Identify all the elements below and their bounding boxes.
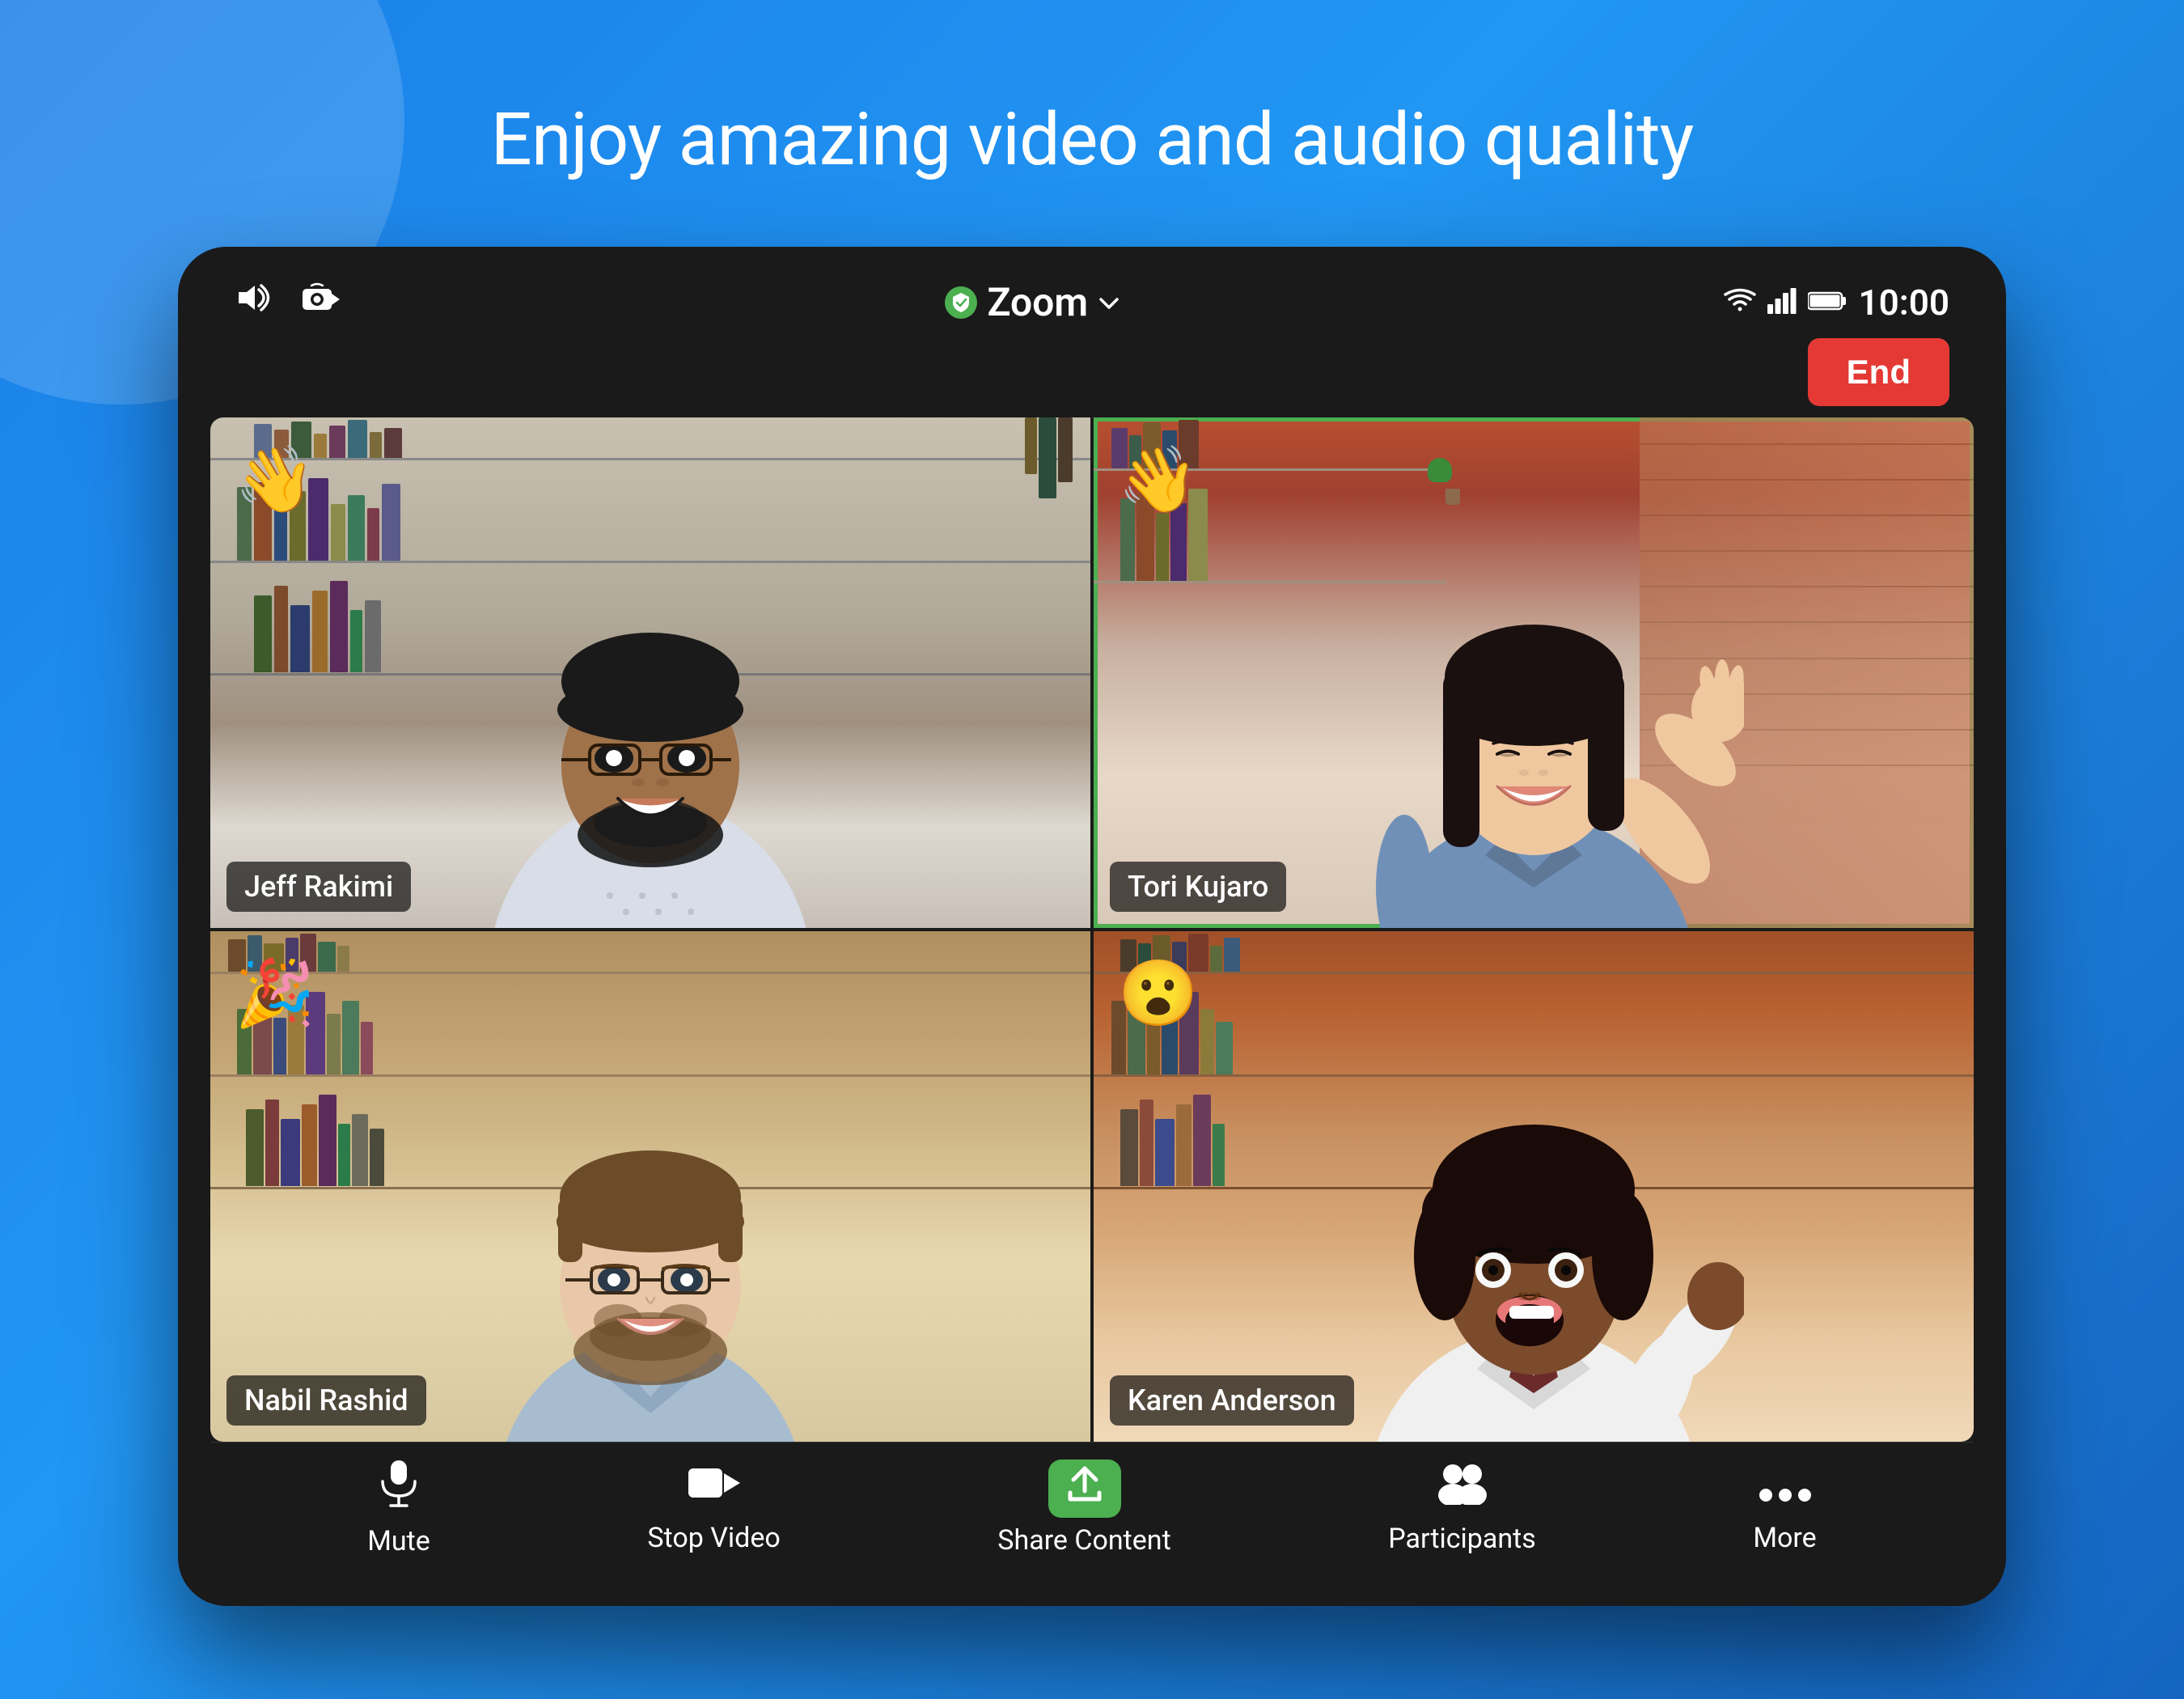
- video-cell-nabil: 🎉 Nabil Rashid: [210, 931, 1090, 1442]
- video-camera-icon: [687, 1462, 742, 1515]
- status-bar: Zoom: [210, 279, 1974, 338]
- name-label-jeff: Jeff Rakimi: [226, 862, 411, 912]
- meeting-toolbar: Mute Stop Video: [210, 1442, 1974, 1574]
- participants-label: Participants: [1388, 1523, 1536, 1555]
- emoji-tori: 👋: [1118, 442, 1199, 518]
- name-label-karen: Karen Anderson: [1110, 1375, 1354, 1426]
- mute-button[interactable]: Mute: [367, 1459, 430, 1557]
- security-shield-icon: [945, 286, 977, 319]
- end-meeting-button[interactable]: End: [1808, 338, 1949, 406]
- stop-video-label: Stop Video: [647, 1522, 780, 1554]
- share-content-button[interactable]: Share Content: [997, 1460, 1170, 1557]
- page-headline: Enjoy amazing video and audio quality: [491, 97, 1694, 182]
- name-label-nabil: Nabil Rashid: [226, 1375, 426, 1426]
- emoji-nabil: 🎉: [235, 955, 315, 1032]
- mute-label: Mute: [367, 1525, 430, 1557]
- video-cell-tori: 👋 Tori Kujaro: [1094, 417, 1974, 928]
- video-cell-jeff: 👋 Jeff Rakimi: [210, 417, 1090, 928]
- stop-video-button[interactable]: Stop Video: [647, 1462, 780, 1554]
- more-label: More: [1753, 1522, 1816, 1554]
- share-content-label: Share Content: [997, 1524, 1170, 1557]
- wifi-icon: [1724, 288, 1756, 317]
- app-name-label: Zoom: [987, 279, 1088, 325]
- volume-icon: [235, 282, 275, 323]
- more-button[interactable]: More: [1753, 1462, 1816, 1554]
- status-bar-left: [235, 281, 341, 324]
- meeting-title-bar: Zoom: [945, 279, 1120, 325]
- more-dots-icon: [1758, 1462, 1813, 1515]
- name-label-tori: Tori Kujaro: [1110, 862, 1286, 912]
- emoji-karen: 😮: [1118, 955, 1199, 1032]
- participants-button[interactable]: Participants: [1388, 1461, 1536, 1555]
- video-grid: 👋 Jeff Rakimi: [210, 417, 1974, 1442]
- tablet-device: Zoom: [178, 247, 2006, 1606]
- share-upload-icon: [1064, 1464, 1106, 1515]
- emoji-jeff: 👋: [235, 442, 315, 518]
- battery-icon: [1808, 290, 1847, 315]
- microphone-icon: [378, 1459, 420, 1519]
- chevron-down-icon[interactable]: [1098, 286, 1120, 319]
- share-content-icon-wrapper: [1048, 1460, 1121, 1518]
- camera-flip-icon: [299, 281, 341, 324]
- status-bar-right: 10:00: [1724, 282, 1949, 324]
- video-cell-karen: 😮 Karen Anderson: [1094, 931, 1974, 1442]
- status-time: 10:00: [1858, 282, 1949, 324]
- participants-icon: [1435, 1461, 1490, 1516]
- signal-icon: [1767, 288, 1797, 317]
